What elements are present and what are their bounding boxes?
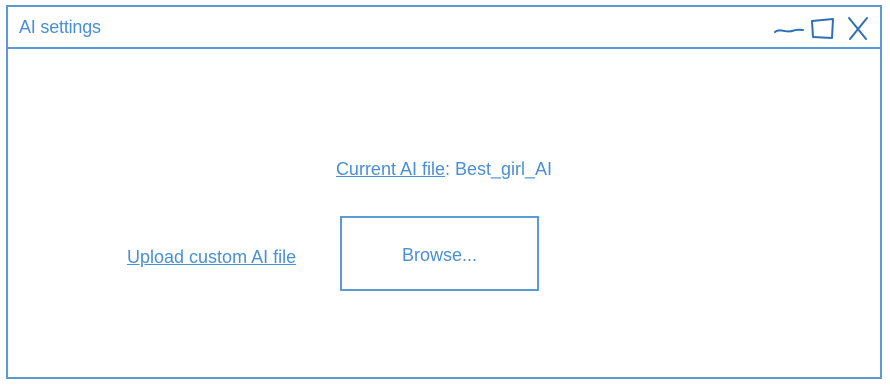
current-ai-file-value: Best_girl_AI — [455, 159, 553, 179]
close-button[interactable] — [840, 13, 874, 43]
maximize-icon — [811, 18, 834, 39]
close-icon — [848, 17, 868, 40]
upload-custom-ai-link[interactable]: Upload custom AI file — [127, 247, 296, 268]
ai-settings-window: AI settings Current AI file: Best_girl_A… — [6, 5, 882, 379]
current-ai-file-separator: : — [444, 159, 455, 179]
browse-button[interactable]: Browse... — [340, 216, 539, 291]
maximize-button[interactable] — [806, 13, 840, 43]
window-controls — [772, 13, 874, 43]
minimize-icon — [774, 28, 804, 33]
minimize-button[interactable] — [772, 13, 806, 43]
title-bar: AI settings — [8, 7, 880, 49]
window-title: AI settings — [19, 17, 101, 37]
current-ai-file-line: Current AI file: Best_girl_AI — [8, 159, 880, 180]
current-ai-file-link[interactable]: Current AI file — [336, 159, 445, 179]
